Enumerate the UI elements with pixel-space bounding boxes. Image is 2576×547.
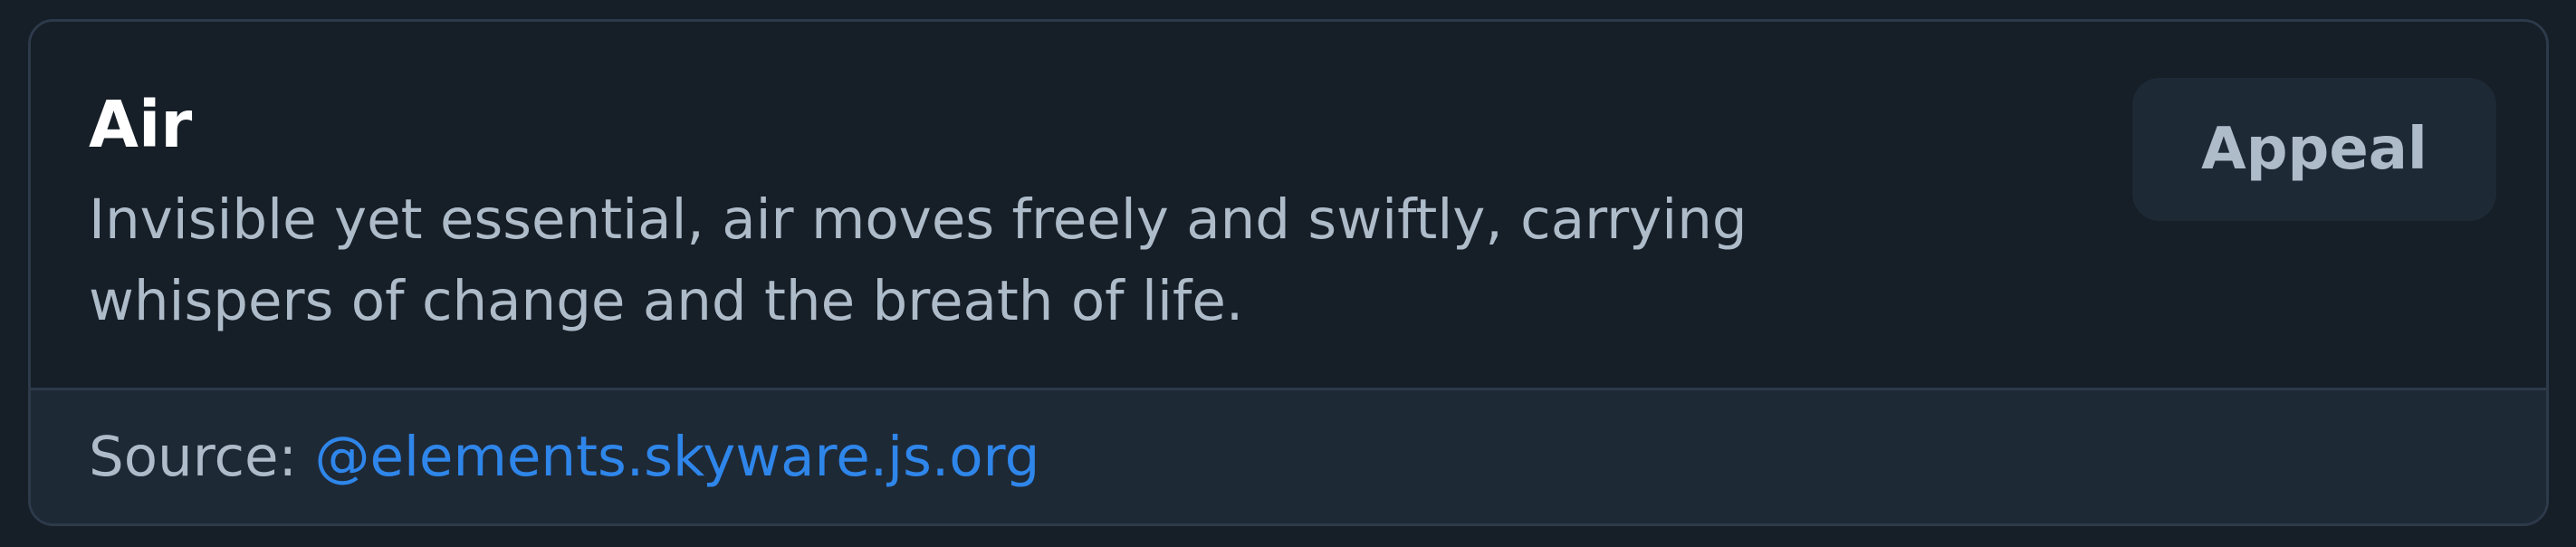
card-title: Air (89, 87, 193, 162)
card-footer: Source: @elements.skyware.js.org (31, 390, 2546, 523)
card-description: Invisible yet essential, air moves freel… (89, 187, 1748, 333)
card-body: Air Invisible yet essential, air moves f… (31, 22, 2546, 388)
source-label: Source: (89, 425, 315, 489)
appeal-button[interactable]: Appeal (2132, 78, 2496, 221)
label-card: Air Invisible yet essential, air moves f… (28, 19, 2549, 526)
source-link[interactable]: @elements.skyware.js.org (314, 425, 1039, 489)
source-line: Source: @elements.skyware.js.org (89, 425, 1039, 490)
